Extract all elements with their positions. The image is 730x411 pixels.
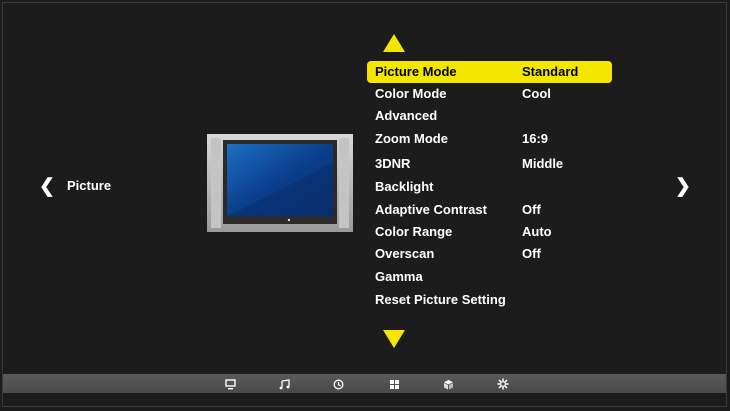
section-label: Picture	[67, 178, 112, 193]
picture-icon[interactable]	[223, 377, 237, 391]
menu-item-adaptive-contrast[interactable]: Adaptive Contrast Off	[367, 199, 612, 221]
menu-item-value: Off	[522, 202, 541, 217]
menu-item-label: Picture Mode	[375, 64, 457, 79]
menu-item-3dnr[interactable]: 3DNR Middle	[367, 153, 612, 175]
menu-item-value: 16:9	[522, 131, 549, 146]
menu-item-value: Middle	[522, 156, 564, 171]
menu-item-overscan[interactable]: Overscan Off	[367, 243, 612, 265]
menu-item-reset-picture-setting[interactable]: Reset Picture Setting	[367, 289, 612, 311]
next-section-arrow[interactable]: ❯	[675, 175, 691, 198]
tv-illustration	[207, 134, 353, 232]
menu-item-value: Standard	[522, 64, 579, 79]
menu-item-color-range[interactable]: Color Range Auto	[367, 221, 612, 243]
menu-item-label: Color Range	[375, 224, 453, 239]
bottom-taskbar	[3, 374, 726, 393]
menu-item-color-mode[interactable]: Color Mode Cool	[367, 83, 612, 105]
menu-item-value: Cool	[522, 86, 551, 101]
menu-item-advanced[interactable]: Advanced	[367, 105, 612, 127]
music-icon[interactable]	[277, 377, 291, 391]
menu-item-label: Backlight	[375, 179, 434, 194]
screen-frame	[2, 2, 727, 407]
menu-item-label: Color Mode	[375, 86, 447, 101]
menu-item-picture-mode[interactable]: Picture Mode Standard	[367, 61, 612, 83]
menu-item-label: Gamma	[375, 269, 423, 284]
previous-section-arrow[interactable]: ❮	[39, 175, 55, 198]
scroll-down-arrow[interactable]	[383, 330, 405, 348]
menu-item-backlight[interactable]: Backlight	[367, 176, 612, 198]
clock-icon[interactable]	[331, 377, 345, 391]
menu-item-label: Zoom Mode	[375, 131, 448, 146]
menu-item-label: Overscan	[375, 246, 435, 261]
menu-item-label: Adaptive Contrast	[375, 202, 487, 217]
settings-icon[interactable]	[496, 377, 510, 391]
menu-item-gamma[interactable]: Gamma	[367, 266, 612, 288]
menu-item-zoom-mode[interactable]: Zoom Mode 16:9	[367, 128, 612, 150]
menu-item-label: 3DNR	[375, 156, 411, 171]
menu-item-label: Reset Picture Setting	[375, 292, 506, 307]
menu-item-value: Auto	[522, 224, 552, 239]
grid-icon[interactable]	[387, 377, 401, 391]
menu-item-value: Off	[522, 246, 541, 261]
scroll-up-arrow[interactable]	[383, 34, 405, 52]
cube-icon[interactable]	[441, 377, 455, 391]
menu-item-label: Advanced	[375, 108, 438, 123]
